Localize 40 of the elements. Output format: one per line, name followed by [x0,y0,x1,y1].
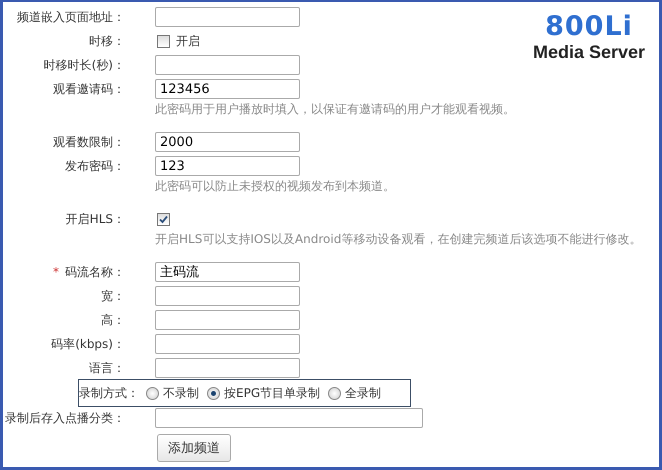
field-label: 时移时长(秒)： [42,56,126,74]
radio-label: 全录制 [345,384,382,402]
radio-label: 按EPG节目单录制 [224,384,320,402]
field-label: 高： [100,312,126,328]
text-field[interactable] [155,310,300,330]
field-label: 时移： [88,32,126,50]
text-field[interactable]: 主码流 [155,262,300,282]
text-field[interactable] [155,358,300,378]
field-label: 录制方式： [79,384,140,402]
text-field[interactable]: 2000 [155,132,300,152]
field-hint: 开启HLS可以支持IOS以及Android等移动设备观看，在创建完频道后该选项不能进行修改。 [155,231,642,248]
radio-button[interactable] [328,386,342,400]
field-label: 语言： [88,360,126,376]
logo: 800Li Media Server [532,10,646,64]
text-field[interactable] [155,408,423,428]
field-label: 码率(kbps)： [50,336,126,352]
field-label: 开启HLS： [64,210,126,228]
radio-button[interactable] [207,386,220,400]
add-channel-button[interactable]: 添加频道 [157,434,231,462]
field-label: 发布密码： [64,158,126,174]
text-field[interactable]: 123 [155,156,300,176]
radio-button[interactable] [146,386,159,400]
text-field[interactable]: 123456 [155,79,300,99]
text-field[interactable] [155,55,300,75]
required-mark: * [53,264,59,278]
radio-label: 不录制 [163,384,199,402]
field-label: 观看数限制： [52,134,126,150]
text-field[interactable] [155,286,300,306]
checkbox[interactable] [157,34,170,48]
field-label: 观看邀请码： [52,80,126,98]
field-label: 频道嵌入页面地址： [16,8,126,26]
field-hint: 此密码用于用户播放时填入，以保证有邀请码的用户才能观看视频。 [155,101,516,118]
field-label: 宽： [100,288,126,304]
field-label: * 码流名称： [52,264,126,280]
field-hint: 此密码可以防止未授权的视频发布到本频道。 [155,178,396,195]
checkbox[interactable] [157,212,170,226]
text-field[interactable] [155,7,300,27]
checkbox-label: 开启 [176,32,200,50]
text-field[interactable] [155,334,300,354]
field-label: 录制后存入点播分类： [4,410,126,426]
